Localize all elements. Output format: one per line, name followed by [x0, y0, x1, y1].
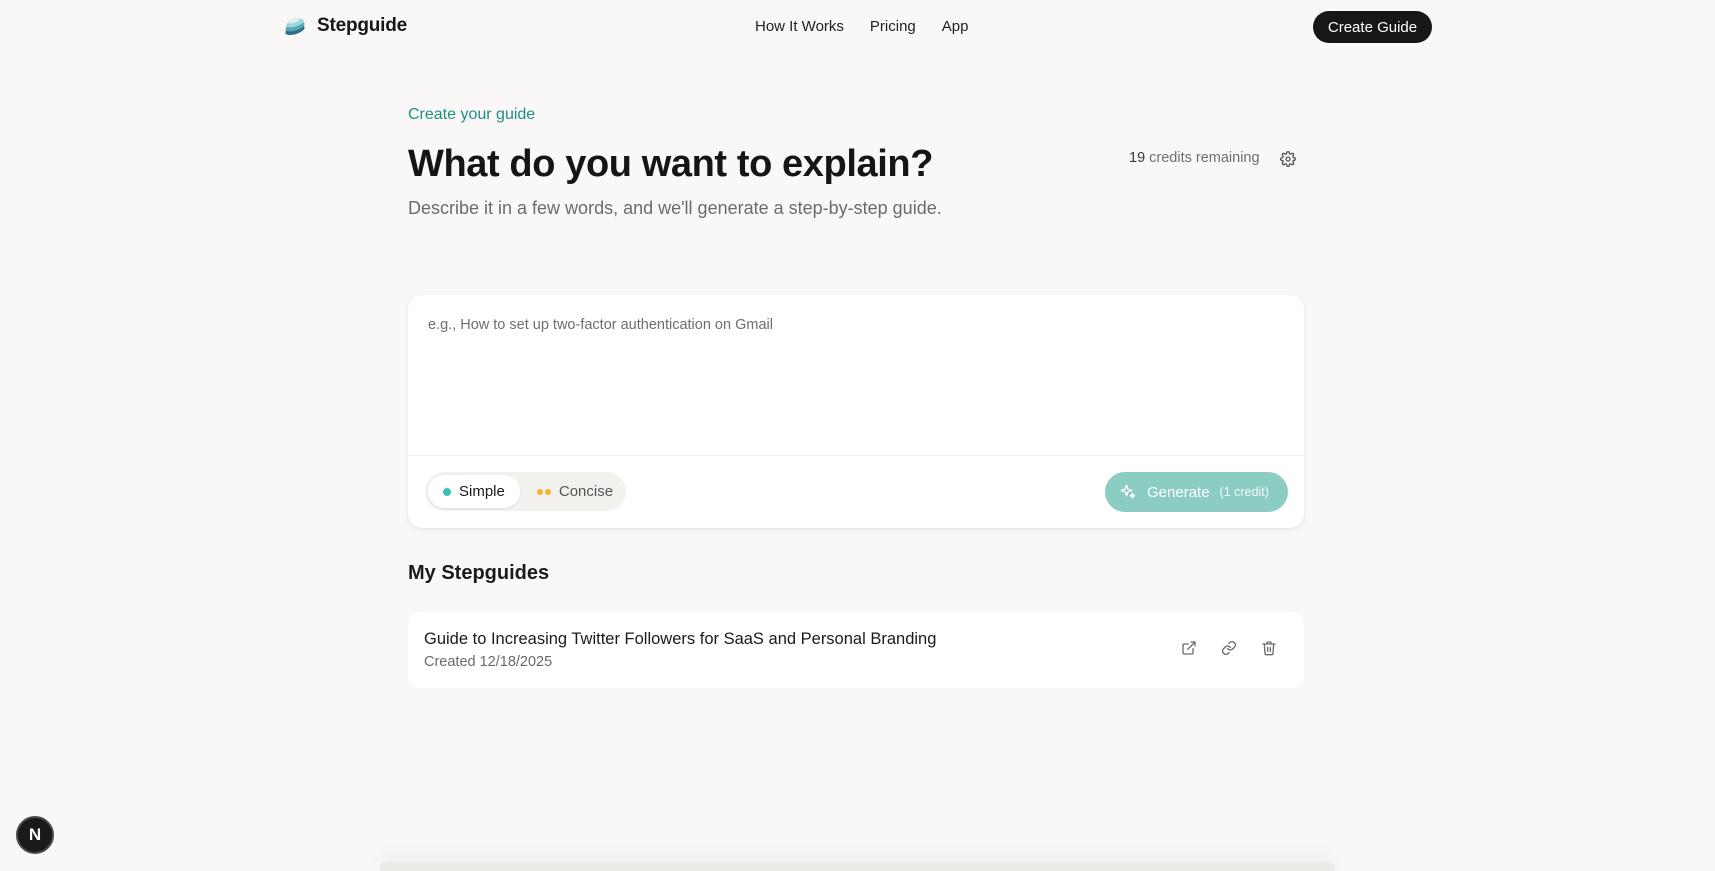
external-link-icon — [1182, 641, 1196, 655]
composer-divider — [408, 455, 1304, 456]
credits-count: 19 — [1129, 150, 1146, 166]
copy-link-button[interactable] — [1219, 638, 1239, 658]
dev-tools-badge[interactable]: N — [16, 816, 54, 854]
guide-created-date: Created 12/18/2025 — [424, 654, 553, 670]
top-nav: Stepguide How It Works Pricing App Creat… — [0, 0, 1715, 54]
credits-remaining: 19 credits remaining — [1129, 150, 1260, 166]
my-guides-title: My Stepguides — [408, 562, 550, 584]
delete-guide-button[interactable] — [1259, 638, 1279, 658]
nav-link-app[interactable]: App — [942, 18, 969, 35]
brand-name: Stepguide — [317, 15, 408, 36]
create-guide-button[interactable]: Create Guide — [1313, 11, 1432, 43]
trash-icon — [1262, 641, 1276, 656]
guide-list-item[interactable]: Guide to Increasing Twitter Followers fo… — [408, 612, 1304, 688]
settings-button[interactable] — [1277, 148, 1299, 170]
link-icon — [1222, 641, 1236, 655]
gear-icon — [1280, 151, 1296, 167]
nav-link-pricing[interactable]: Pricing — [870, 18, 916, 35]
nav-link-how-it-works[interactable]: How It Works — [755, 18, 844, 35]
mode-toggle: Simple Concise — [425, 472, 626, 511]
generate-cost: (1 credit) — [1219, 485, 1269, 499]
guide-composer: Simple Concise Generate (1 credit) — [408, 295, 1304, 528]
generate-label: Generate — [1147, 483, 1210, 501]
stepguide-logo-icon — [285, 17, 305, 36]
brand-logo[interactable]: Stepguide — [283, 14, 407, 38]
main-nav: How It Works Pricing App — [755, 18, 968, 35]
concise-dots-icon — [536, 488, 551, 495]
open-guide-button[interactable] — [1179, 638, 1199, 658]
mode-label-concise: Concise — [558, 483, 614, 500]
mode-option-concise[interactable]: Concise — [522, 475, 628, 508]
sparkle-icon — [1120, 484, 1136, 499]
page-subtitle: Describe it in a few words, and we'll ge… — [408, 198, 942, 218]
mode-label-simple: Simple — [459, 483, 505, 500]
guide-prompt-input[interactable] — [408, 295, 1304, 455]
credits-suffix: credits remaining — [1149, 150, 1260, 166]
bottom-panel-edge — [380, 862, 1335, 871]
guide-actions — [1179, 638, 1279, 658]
guide-title[interactable]: Guide to Increasing Twitter Followers fo… — [424, 630, 936, 649]
eyebrow-label: Create your guide — [408, 106, 536, 123]
mode-option-simple[interactable]: Simple — [428, 475, 520, 508]
page-title: What do you want to explain? — [408, 143, 934, 185]
simple-dot-icon — [443, 487, 451, 496]
generate-button[interactable]: Generate (1 credit) — [1105, 472, 1288, 512]
